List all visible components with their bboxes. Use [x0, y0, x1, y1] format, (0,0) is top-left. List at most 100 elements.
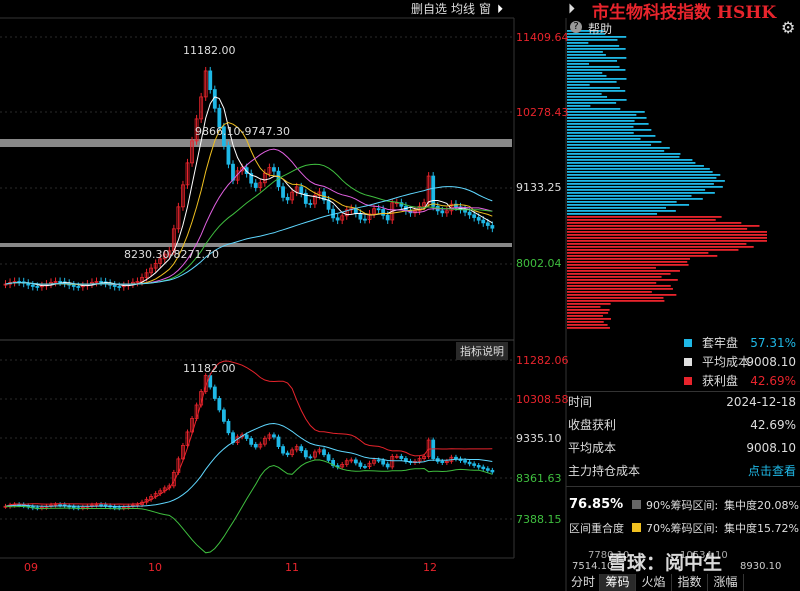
- chip-bar: [567, 189, 706, 191]
- sub-candle-body: [358, 462, 363, 467]
- chip-bar: [567, 42, 589, 44]
- chip-bar: [567, 237, 767, 239]
- candle-body: [71, 284, 76, 287]
- play-icon[interactable]: ⏵: [497, 0, 503, 18]
- tab-flame[interactable]: 火焰: [636, 574, 672, 591]
- chip-bar: [567, 171, 713, 173]
- chip-bar: [567, 303, 611, 305]
- chip-bar: [567, 315, 603, 317]
- tab-chips[interactable]: 筹码: [600, 574, 636, 591]
- candle-body: [363, 218, 367, 221]
- sub-candle-body: [440, 460, 445, 463]
- sub-candle-body: [303, 450, 308, 458]
- band90-swatch: [632, 500, 641, 509]
- tab-index[interactable]: 指数: [672, 574, 708, 591]
- sub-candle-body: [285, 452, 290, 456]
- legend-label: 获利盘: [702, 374, 739, 388]
- sub-candle-body: [353, 459, 358, 464]
- sub-candle-body: [221, 409, 226, 422]
- chip-bar: [567, 195, 692, 197]
- chip-bar: [567, 273, 671, 275]
- band70-swatch: [632, 523, 641, 532]
- chip-bar: [567, 153, 681, 155]
- delete-watchlist-button[interactable]: 删自选: [411, 0, 447, 18]
- candle-body: [99, 281, 103, 283]
- tab-change[interactable]: 涨幅: [708, 574, 744, 591]
- boll-upper: [5, 360, 493, 507]
- price-axis-label: 8002.04: [516, 257, 562, 270]
- sub-candle-body: [476, 465, 481, 468]
- sub-candle-body: [454, 456, 458, 460]
- chip-bar: [567, 282, 657, 284]
- chip-bar: [567, 63, 590, 65]
- chip-bar: [567, 87, 620, 89]
- moving-average-button[interactable]: 均线: [451, 0, 475, 18]
- range-high: 8930.10: [740, 561, 782, 572]
- indicator-explain-button[interactable]: 指标说明: [456, 342, 508, 360]
- gear-icon[interactable]: ⚙: [781, 18, 795, 37]
- chip-bar: [567, 141, 662, 143]
- chip-bar: [567, 312, 609, 314]
- chip-bar: [567, 102, 617, 104]
- help-link[interactable]: 帮助: [588, 20, 612, 37]
- stat-value: 2024-12-18: [726, 395, 796, 409]
- chip-bar: [567, 78, 627, 80]
- tab-timeshare[interactable]: 分时: [567, 574, 600, 591]
- chip-bar: [567, 93, 602, 95]
- stat-value: 9008.10: [746, 441, 796, 455]
- chip-bar: [567, 279, 678, 281]
- stat-main-cost: 主力持仓成本 点击查看: [568, 461, 800, 481]
- sub-candle-body: [244, 434, 249, 439]
- main-cost-link[interactable]: 点击查看: [748, 461, 796, 481]
- candle-body: [476, 217, 481, 221]
- price-axis-label: 11409.64: [516, 31, 569, 44]
- candle-body: [272, 167, 276, 172]
- chip-bar: [567, 258, 690, 260]
- sub-candle-body: [212, 386, 217, 399]
- sub-axis-label: 8361.63: [516, 472, 562, 485]
- sub-candle-body: [399, 455, 404, 459]
- sub-candle-body: [112, 506, 117, 509]
- chip-bar: [567, 138, 641, 140]
- candle-body: [58, 281, 62, 283]
- stat-value: 42.69%: [750, 418, 796, 432]
- candle-body: [112, 284, 117, 287]
- play-icon-right[interactable]: ⏵: [568, 1, 575, 17]
- chip-bar: [567, 75, 607, 77]
- sub-peak-label: 11182.00: [183, 362, 236, 375]
- candle-body: [440, 210, 445, 214]
- candle-body: [376, 208, 381, 211]
- sub-candle-body: [376, 459, 381, 462]
- sub-axis-label: 10308.58: [516, 393, 569, 406]
- chip-bar: [567, 72, 603, 74]
- candle-body: [490, 225, 495, 229]
- sub-candle-body: [99, 504, 103, 507]
- chip-bar: [567, 96, 608, 98]
- sub-candle-body: [481, 466, 486, 470]
- chip-bar: [567, 276, 662, 278]
- candle-body: [253, 182, 258, 188]
- chip-bar: [567, 321, 604, 323]
- band70-concentration: 集中度15.72%: [724, 522, 799, 535]
- chip-bar: [567, 45, 620, 47]
- price-axis-label: 9133.25: [516, 181, 562, 194]
- chip-bar: [567, 132, 634, 134]
- window-button[interactable]: 窗: [479, 0, 491, 18]
- sub-axis-label: 9335.10: [516, 432, 562, 445]
- watermark-text: 雪球：阅中生: [608, 552, 723, 574]
- chip-bar: [567, 54, 606, 56]
- sub-axis-label: 7388.15: [516, 513, 562, 526]
- chip-bar: [567, 318, 611, 320]
- chip-bar: [567, 150, 665, 152]
- candle-body: [208, 70, 213, 91]
- sub-candle-body: [272, 434, 276, 438]
- legend-trapped: 套牢盘 57.31%: [684, 334, 800, 352]
- stat-label: 收盘获利: [568, 418, 617, 432]
- sub-candle-body: [326, 454, 331, 461]
- candle-body: [381, 209, 386, 216]
- chip-bar: [567, 249, 739, 251]
- chip-bar: [567, 246, 754, 248]
- help-icon[interactable]: ?: [570, 21, 582, 33]
- chip-bar: [567, 39, 618, 41]
- chip-bar: [567, 168, 710, 170]
